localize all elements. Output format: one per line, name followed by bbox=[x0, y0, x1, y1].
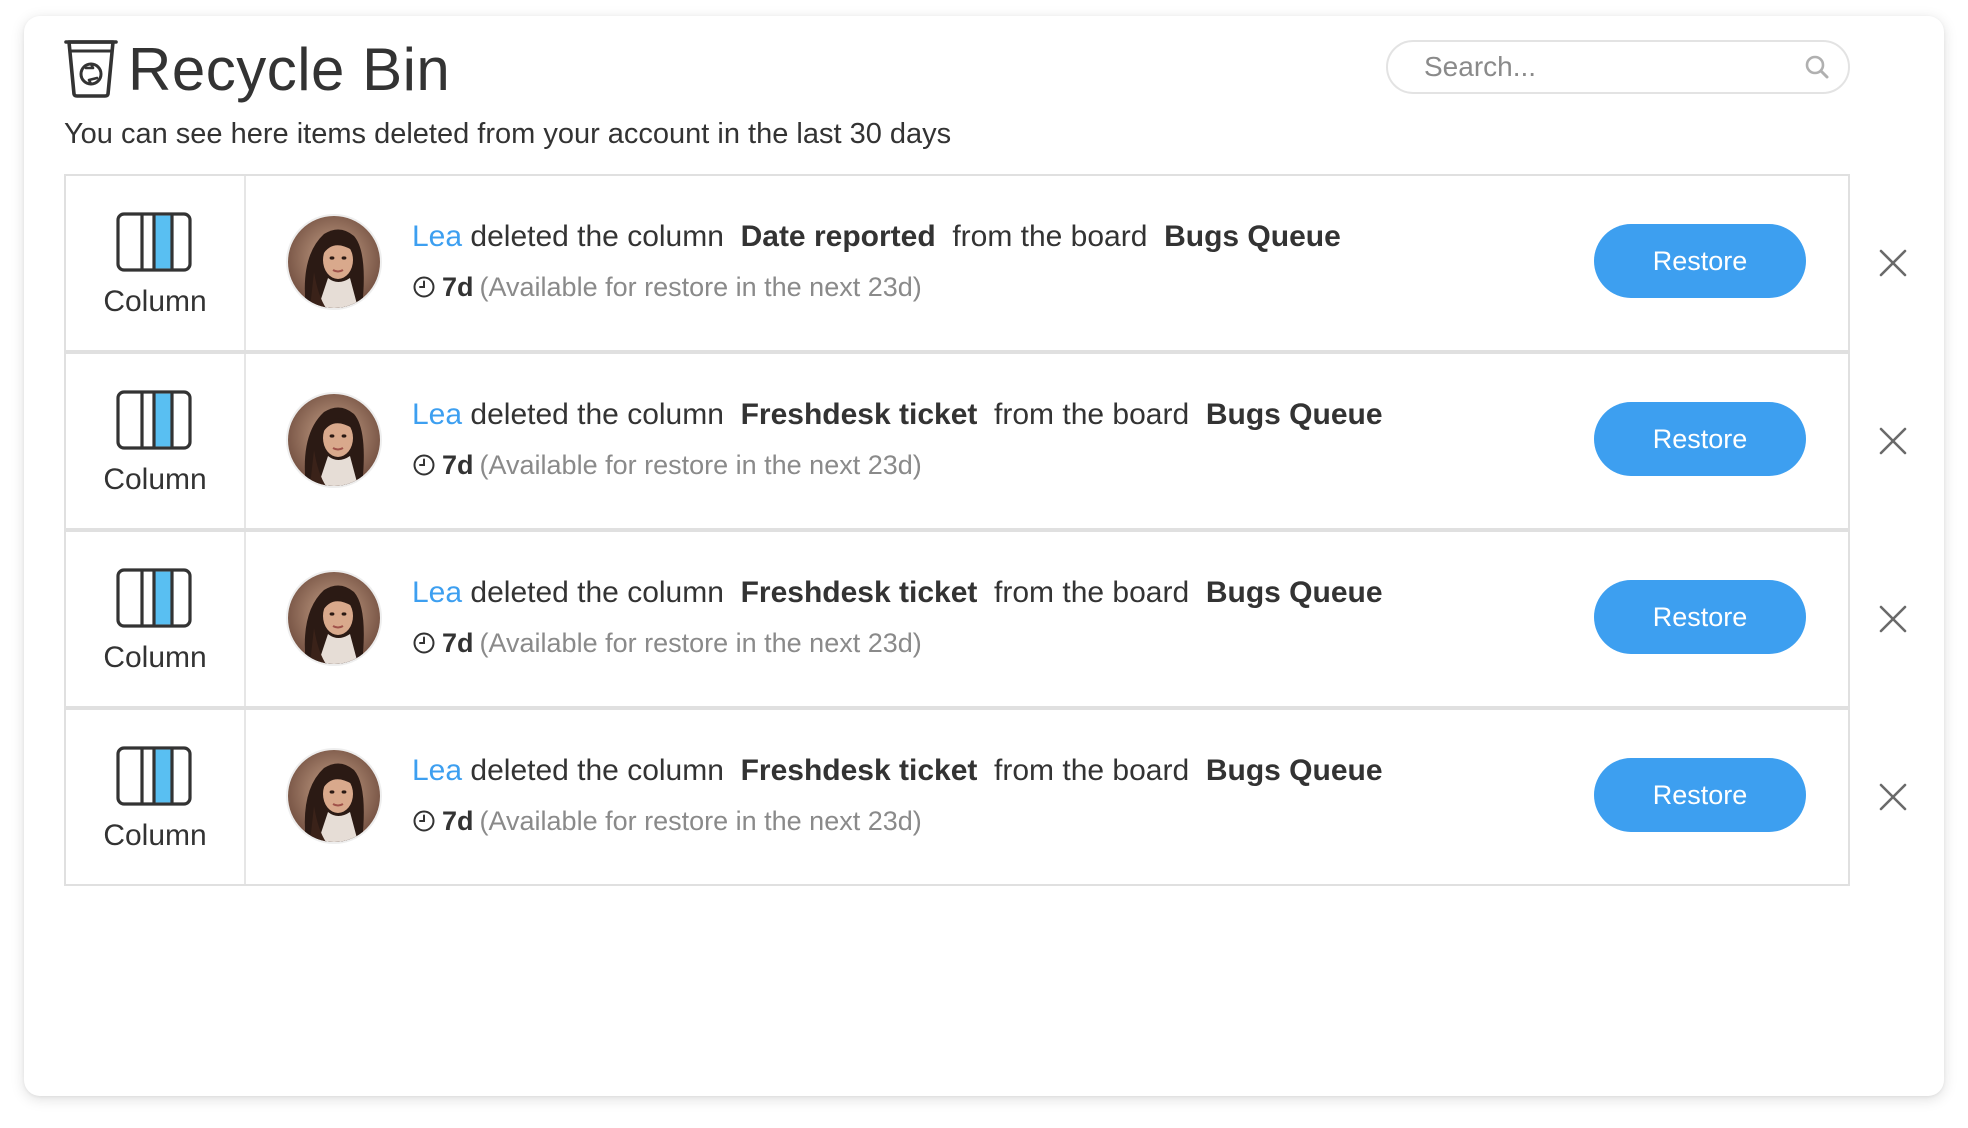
deletion-description: Lea deleted the column Date reported fro… bbox=[412, 218, 1341, 256]
deleted-item-row: Column Lea bbox=[64, 530, 1850, 708]
recycle-bin-icon bbox=[64, 40, 118, 98]
deletion-description: Lea deleted the column Freshdesk ticket … bbox=[412, 574, 1383, 612]
avatar[interactable] bbox=[288, 216, 380, 308]
user-link[interactable]: Lea bbox=[412, 754, 462, 787]
connector-text: from the board bbox=[994, 754, 1190, 787]
board-name: Bugs Queue bbox=[1205, 398, 1383, 431]
page-subtitle: You can see here items deleted from your… bbox=[64, 118, 952, 150]
availability-text: (Available for restore in the next 23d) bbox=[479, 450, 922, 480]
deleted-item-row: Column Lea bbox=[64, 174, 1850, 352]
avatar[interactable] bbox=[288, 572, 380, 664]
action-text: deleted the column bbox=[470, 754, 724, 787]
deleted-item-row: Column Lea bbox=[64, 708, 1850, 886]
clock-icon bbox=[413, 276, 435, 298]
board-name: Bugs Queue bbox=[1205, 754, 1383, 787]
avatar[interactable] bbox=[288, 750, 380, 842]
deleted-age: 7d bbox=[442, 450, 474, 480]
deletion-meta: 7d (Available for restore in the next 23d… bbox=[412, 270, 922, 304]
close-icon[interactable] bbox=[1876, 424, 1910, 458]
deleted-age: 7d bbox=[442, 272, 474, 302]
recycle-bin-panel: Recycle Bin You can see here items delet… bbox=[24, 16, 1944, 1096]
item-type-label: Column bbox=[103, 463, 207, 496]
restore-button[interactable]: Restore bbox=[1594, 224, 1806, 298]
connector-text: from the board bbox=[994, 398, 1190, 431]
column-icon bbox=[116, 390, 192, 450]
clock-icon bbox=[413, 810, 435, 832]
deleted-age: 7d bbox=[442, 806, 474, 836]
deletion-description: Lea deleted the column Freshdesk ticket … bbox=[412, 396, 1383, 434]
connector-text: from the board bbox=[952, 220, 1148, 253]
clock-icon bbox=[413, 454, 435, 476]
item-type-cell: Column bbox=[66, 354, 246, 528]
action-text: deleted the column bbox=[470, 220, 724, 253]
column-icon bbox=[116, 746, 192, 806]
item-type-cell: Column bbox=[66, 532, 246, 706]
availability-text: (Available for restore in the next 23d) bbox=[479, 628, 922, 658]
board-name: Bugs Queue bbox=[1164, 220, 1341, 253]
deleted-age: 7d bbox=[442, 628, 474, 658]
deletion-meta: 7d (Available for restore in the next 23d… bbox=[412, 804, 922, 838]
page-title: Recycle Bin bbox=[128, 36, 451, 103]
close-icon[interactable] bbox=[1876, 780, 1910, 814]
availability-text: (Available for restore in the next 23d) bbox=[479, 272, 922, 302]
close-icon[interactable] bbox=[1876, 246, 1910, 280]
search-box[interactable] bbox=[1386, 40, 1850, 94]
action-text: deleted the column bbox=[470, 576, 724, 609]
column-icon bbox=[116, 568, 192, 628]
deletion-meta: 7d (Available for restore in the next 23d… bbox=[412, 448, 922, 482]
item-type-cell: Column bbox=[66, 710, 246, 884]
item-type-label: Column bbox=[103, 285, 207, 318]
deleted-item-name: Freshdesk ticket bbox=[740, 576, 978, 609]
user-link[interactable]: Lea bbox=[412, 220, 462, 253]
item-type-label: Column bbox=[103, 641, 207, 674]
user-link[interactable]: Lea bbox=[412, 576, 462, 609]
action-text: deleted the column bbox=[470, 398, 724, 431]
restore-button[interactable]: Restore bbox=[1594, 758, 1806, 832]
clock-icon bbox=[413, 632, 435, 654]
search-input[interactable] bbox=[1424, 50, 1784, 84]
availability-text: (Available for restore in the next 23d) bbox=[479, 806, 922, 836]
item-type-label: Column bbox=[103, 819, 207, 852]
deletion-description: Lea deleted the column Freshdesk ticket … bbox=[412, 752, 1383, 790]
board-name: Bugs Queue bbox=[1205, 576, 1383, 609]
deleted-item-name: Date reported bbox=[740, 220, 936, 253]
connector-text: from the board bbox=[994, 576, 1190, 609]
item-type-cell: Column bbox=[66, 176, 246, 350]
deleted-item-row: Column Lea bbox=[64, 352, 1850, 530]
deletion-meta: 7d (Available for restore in the next 23d… bbox=[412, 626, 922, 660]
column-icon bbox=[116, 212, 192, 272]
close-icon[interactable] bbox=[1876, 602, 1910, 636]
search-icon[interactable] bbox=[1804, 54, 1830, 80]
restore-button[interactable]: Restore bbox=[1594, 402, 1806, 476]
avatar[interactable] bbox=[288, 394, 380, 486]
deleted-item-name: Freshdesk ticket bbox=[740, 398, 978, 431]
restore-button[interactable]: Restore bbox=[1594, 580, 1806, 654]
deleted-item-name: Freshdesk ticket bbox=[740, 754, 978, 787]
user-link[interactable]: Lea bbox=[412, 398, 462, 431]
